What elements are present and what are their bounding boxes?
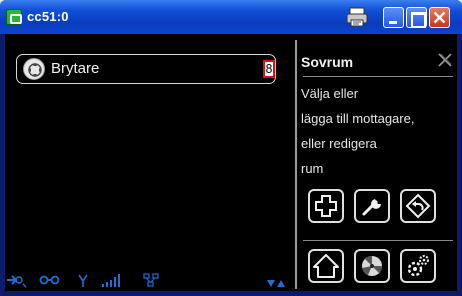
home-button[interactable]	[308, 249, 344, 283]
status-bar	[5, 270, 295, 290]
app-screen: Brytare 8 Sovrum Välja eller lägga till …	[5, 34, 457, 291]
instruction-line: eller redigera	[301, 136, 377, 151]
title-bar[interactable]: cc51:0	[0, 0, 462, 34]
close-icon	[433, 11, 446, 24]
home-icon	[313, 254, 339, 278]
separator	[303, 240, 453, 241]
add-receiver-button[interactable]	[308, 189, 344, 223]
room-title: Sovrum	[301, 54, 354, 70]
back-button[interactable]	[400, 189, 436, 223]
close-button[interactable]	[429, 7, 450, 28]
antenna-icon	[78, 274, 88, 287]
device-count-badge: 8	[263, 60, 275, 78]
scenes-button[interactable]	[354, 249, 390, 283]
minimize-button[interactable]	[383, 7, 404, 28]
printer-icon[interactable]	[345, 5, 369, 29]
back-arrow-icon	[405, 193, 431, 219]
switch-icon	[23, 58, 45, 80]
fan-icon	[362, 256, 382, 276]
app-window: cc51:0 Brytare 8 Sovrum Välja eller lägg…	[0, 0, 462, 296]
panel-divider	[295, 40, 297, 289]
link-icon	[39, 275, 60, 285]
edit-room-button[interactable]	[354, 189, 390, 223]
maximize-button[interactable]	[406, 7, 427, 28]
instruction-line: lägga till mottagare,	[301, 111, 415, 126]
network-icon	[143, 273, 159, 287]
window-title: cc51:0	[27, 9, 69, 24]
gears-icon	[407, 255, 429, 277]
app-icon	[6, 9, 22, 25]
close-x-icon[interactable]	[437, 52, 453, 68]
instruction-line: Välja eller	[301, 86, 359, 101]
wrench-icon	[362, 199, 381, 216]
separator	[303, 76, 453, 77]
instruction-line: rum	[301, 161, 324, 176]
scroll-arrows-icon	[267, 280, 285, 287]
device-label: Brytare	[51, 60, 100, 77]
plus-icon	[315, 195, 337, 217]
connection-icon	[7, 275, 27, 288]
settings-button[interactable]	[400, 249, 436, 283]
device-list-item[interactable]: Brytare 8	[16, 54, 276, 84]
signal-strength-icon	[102, 274, 120, 287]
